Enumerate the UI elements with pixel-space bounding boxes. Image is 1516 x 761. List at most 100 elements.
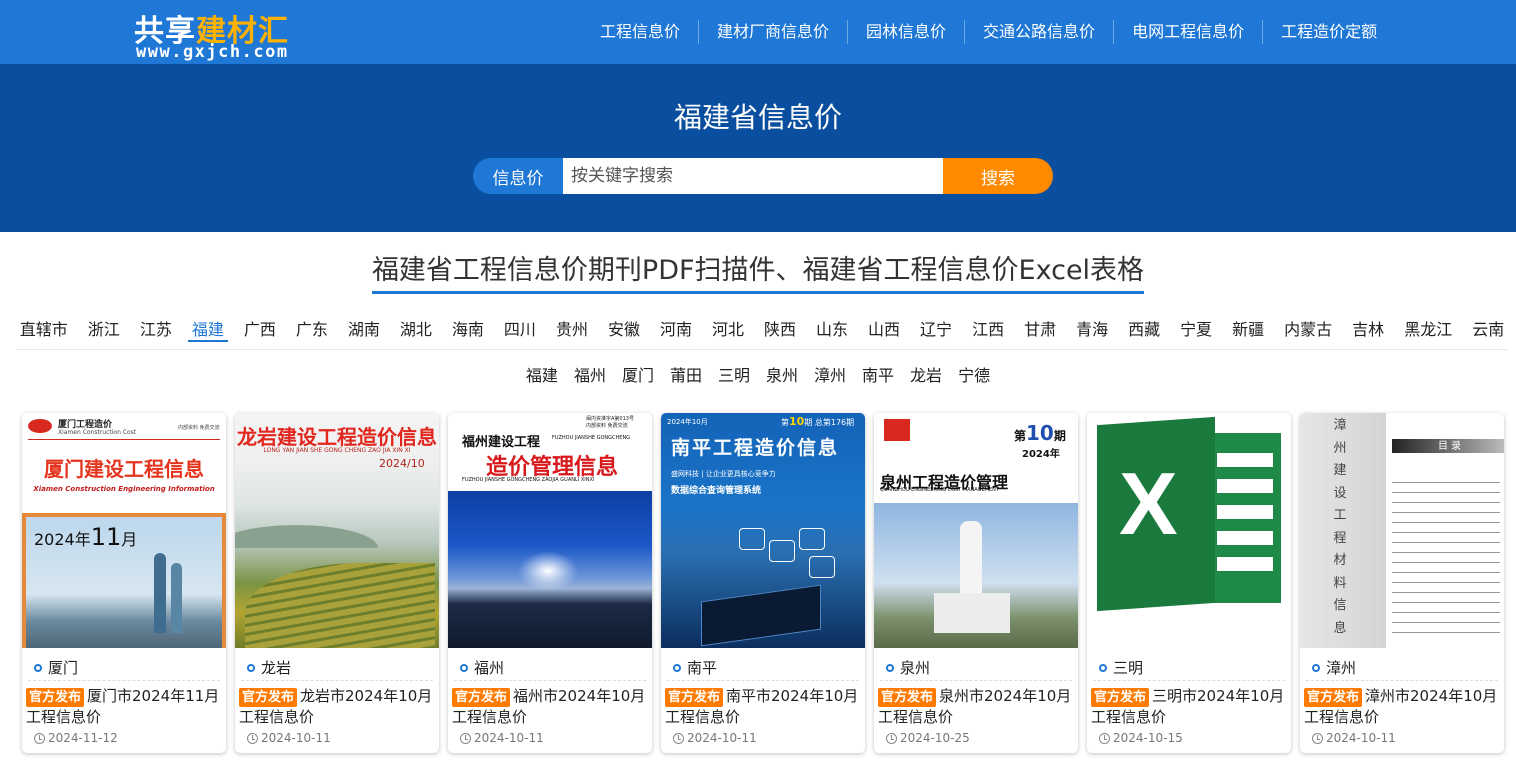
cover-thumbnail[interactable]: 厦门工程造价 Xiamen Construction Cost 内部资料 免费交… [22,413,226,648]
city-item[interactable]: 南平 [862,362,894,386]
cover-date-line: 2024年11月 [34,523,138,551]
logo-url: www.gxjch.com [136,42,289,62]
province-item[interactable]: 宁夏 [1176,312,1216,342]
province-item[interactable]: 江西 [968,312,1008,342]
card-title[interactable]: 官方发布 泉州市2024年10月工程信息价 [878,686,1076,728]
province-item[interactable]: 内蒙古 [1280,312,1336,342]
city-item[interactable]: 厦门 [622,362,654,386]
card-title[interactable]: 官方发布 漳州市2024年10月工程信息价 [1304,686,1502,728]
nav-item-engineering-price[interactable]: 工程信息价 [582,20,700,44]
cover-line1-en: FUZHOU JIANSHE GONGCHENG [552,435,631,441]
card-date: 2024-10-15 [1099,731,1183,745]
search-button[interactable]: 搜索 [943,158,1053,194]
card-date: 2024-10-11 [1312,731,1396,745]
card-city[interactable]: 南平 [673,657,717,678]
province-item[interactable]: 辽宁 [916,312,956,342]
cover-subtitle: Xiamen Construction Engineering Informat… [33,485,215,493]
cover-sun-glow [518,551,578,591]
publication-cards: 厦门工程造价 Xiamen Construction Cost 内部资料 免费交… [22,413,1504,753]
cover-thumbnail[interactable]: 闽内资准字A第013号 内部资料 免费交流 福州建设工程 FUZHOU JIAN… [448,413,652,648]
city-item[interactable]: 福建 [526,362,558,386]
card-city[interactable]: 福州 [460,657,504,678]
city-item[interactable]: 漳州 [814,362,846,386]
nav-item-manufacturer-price[interactable]: 建材厂商信息价 [699,20,849,44]
city-item[interactable]: 三明 [718,362,750,386]
province-item[interactable]: 广东 [292,312,332,342]
province-item[interactable]: 贵州 [552,312,592,342]
card-city[interactable]: 三明 [1099,657,1143,678]
site-logo[interactable]: 共享建材汇 www.gxjch.com [134,6,309,62]
province-item[interactable]: 河南 [656,312,696,342]
cover-thumbnail[interactable]: 龙岩建设工程造价信息 LONG YAN JIAN SHE GONG CHENG … [235,413,439,648]
cover-toc-lines [1392,473,1500,633]
province-item[interactable]: 新疆 [1228,312,1268,342]
card-city[interactable]: 泉州 [886,657,930,678]
city-item[interactable]: 宁德 [958,362,990,386]
publication-card[interactable]: 第10期 2024年 泉州工程造价管理 QUANZHOU ENGINEERING… [874,413,1078,753]
nav-item-grid-price[interactable]: 电网工程信息价 [1114,20,1264,44]
publication-card[interactable]: 闽内资准字A第013号 内部资料 免费交流 福州建设工程 FUZHOU JIAN… [448,413,652,753]
excel-icon[interactable]: X [1087,413,1291,648]
province-item[interactable]: 浙江 [84,312,124,342]
province-item[interactable]: 安徽 [604,312,644,342]
cover-title: 厦门建设工程信息 [44,457,204,481]
card-city[interactable]: 漳州 [1312,657,1356,678]
card-title[interactable]: 官方发布 厦门市2024年11月工程信息价 [26,686,224,728]
cover-thumbnail[interactable]: 2024年10月 第10期 总第176期 南平工程造价信息 盛网科技 | 让企业… [661,413,865,648]
province-item[interactable]: 云南 [1468,312,1508,342]
card-title[interactable]: 官方发布 南平市2024年10月工程信息价 [665,686,863,728]
cover-hexagons [739,528,849,588]
province-item[interactable]: 黑龙江 [1400,312,1456,342]
province-item[interactable]: 广西 [240,312,280,342]
cover-top-note-2: 内部资料 免费交流 [586,423,628,429]
city-filter: 福建 福州 厦门 莆田 三明 泉州 漳州 南平 龙岩 宁德 [0,362,1516,386]
province-item[interactable]: 青海 [1072,312,1112,342]
search-input[interactable] [563,158,943,194]
province-item[interactable]: 西藏 [1124,312,1164,342]
cover-photo [448,491,652,648]
search-category-label[interactable]: 信息价 [473,158,563,194]
cover-pinyin: LONG YAN JIAN SHE GONG CHENG ZAO JIA XIN… [263,447,411,454]
cover-vertical-char: 工 [1333,508,1347,523]
publication-card[interactable]: 2024年10月 第10期 总第176期 南平工程造价信息 盛网科技 | 让企业… [661,413,865,753]
publication-card[interactable]: 厦门工程造价 Xiamen Construction Cost 内部资料 免费交… [22,413,226,753]
province-item[interactable]: 甘肃 [1020,312,1060,342]
card-title[interactable]: 官方发布 福州市2024年10月工程信息价 [452,686,650,728]
top-bar: 共享建材汇 www.gxjch.com 工程信息价 建材厂商信息价 园林信息价 … [0,0,1516,64]
publication-card[interactable]: 漳州建设工程材料信息 目 录 漳州 官方发布 漳州市2024年10月工程信息价 2… [1300,413,1504,753]
nav-item-quota[interactable]: 工程造价定额 [1263,20,1395,44]
city-item[interactable]: 泉州 [766,362,798,386]
cover-divider [28,439,220,440]
province-item[interactable]: 湖北 [396,312,436,342]
nav-item-highway-price[interactable]: 交通公路信息价 [965,20,1115,44]
card-city[interactable]: 厦门 [34,657,78,678]
province-item[interactable]: 直辖市 [16,312,72,342]
province-item[interactable]: 福建 [187,312,228,342]
card-title[interactable]: 官方发布 龙岩市2024年10月工程信息价 [239,686,437,728]
card-title[interactable]: 官方发布 三明市2024年10月工程信息价 [1091,686,1289,728]
province-item[interactable]: 湖南 [344,312,384,342]
card-city[interactable]: 龙岩 [247,657,291,678]
cover-pinyin: FUZHOU JIANSHE GONGCHENG ZAOJIA GUANLI X… [462,477,595,483]
publication-card[interactable]: X 三明 官方发布 三明市2024年10月工程信息价 2024-10-15 [1087,413,1291,753]
province-item[interactable]: 山西 [864,312,904,342]
province-item[interactable]: 吉林 [1348,312,1388,342]
province-item[interactable]: 江苏 [136,312,176,342]
province-item[interactable]: 陕西 [760,312,800,342]
cover-terraces [245,563,435,648]
nav-item-garden-price[interactable]: 园林信息价 [848,20,966,44]
city-item[interactable]: 福州 [574,362,606,386]
city-item[interactable]: 龙岩 [910,362,942,386]
card-date: 2024-10-11 [247,731,331,745]
cover-thumbnail[interactable]: 第10期 2024年 泉州工程造价管理 QUANZHOU ENGINEERING… [874,413,1078,648]
province-item[interactable]: 海南 [448,312,488,342]
section-heading: 福建省工程信息价期刊PDF扫描件、福建省工程信息价Excel表格 [0,248,1516,294]
cover-toc-title: 目 录 [1438,441,1462,452]
city-item[interactable]: 莆田 [670,362,702,386]
province-item[interactable]: 四川 [500,312,540,342]
publication-card[interactable]: 龙岩建设工程造价信息 LONG YAN JIAN SHE GONG CHENG … [235,413,439,753]
province-item[interactable]: 河北 [708,312,748,342]
province-item[interactable]: 山东 [812,312,852,342]
cover-thumbnail[interactable]: 漳州建设工程材料信息 目 录 [1300,413,1504,648]
page-title: 福建省信息价 [673,101,842,134]
